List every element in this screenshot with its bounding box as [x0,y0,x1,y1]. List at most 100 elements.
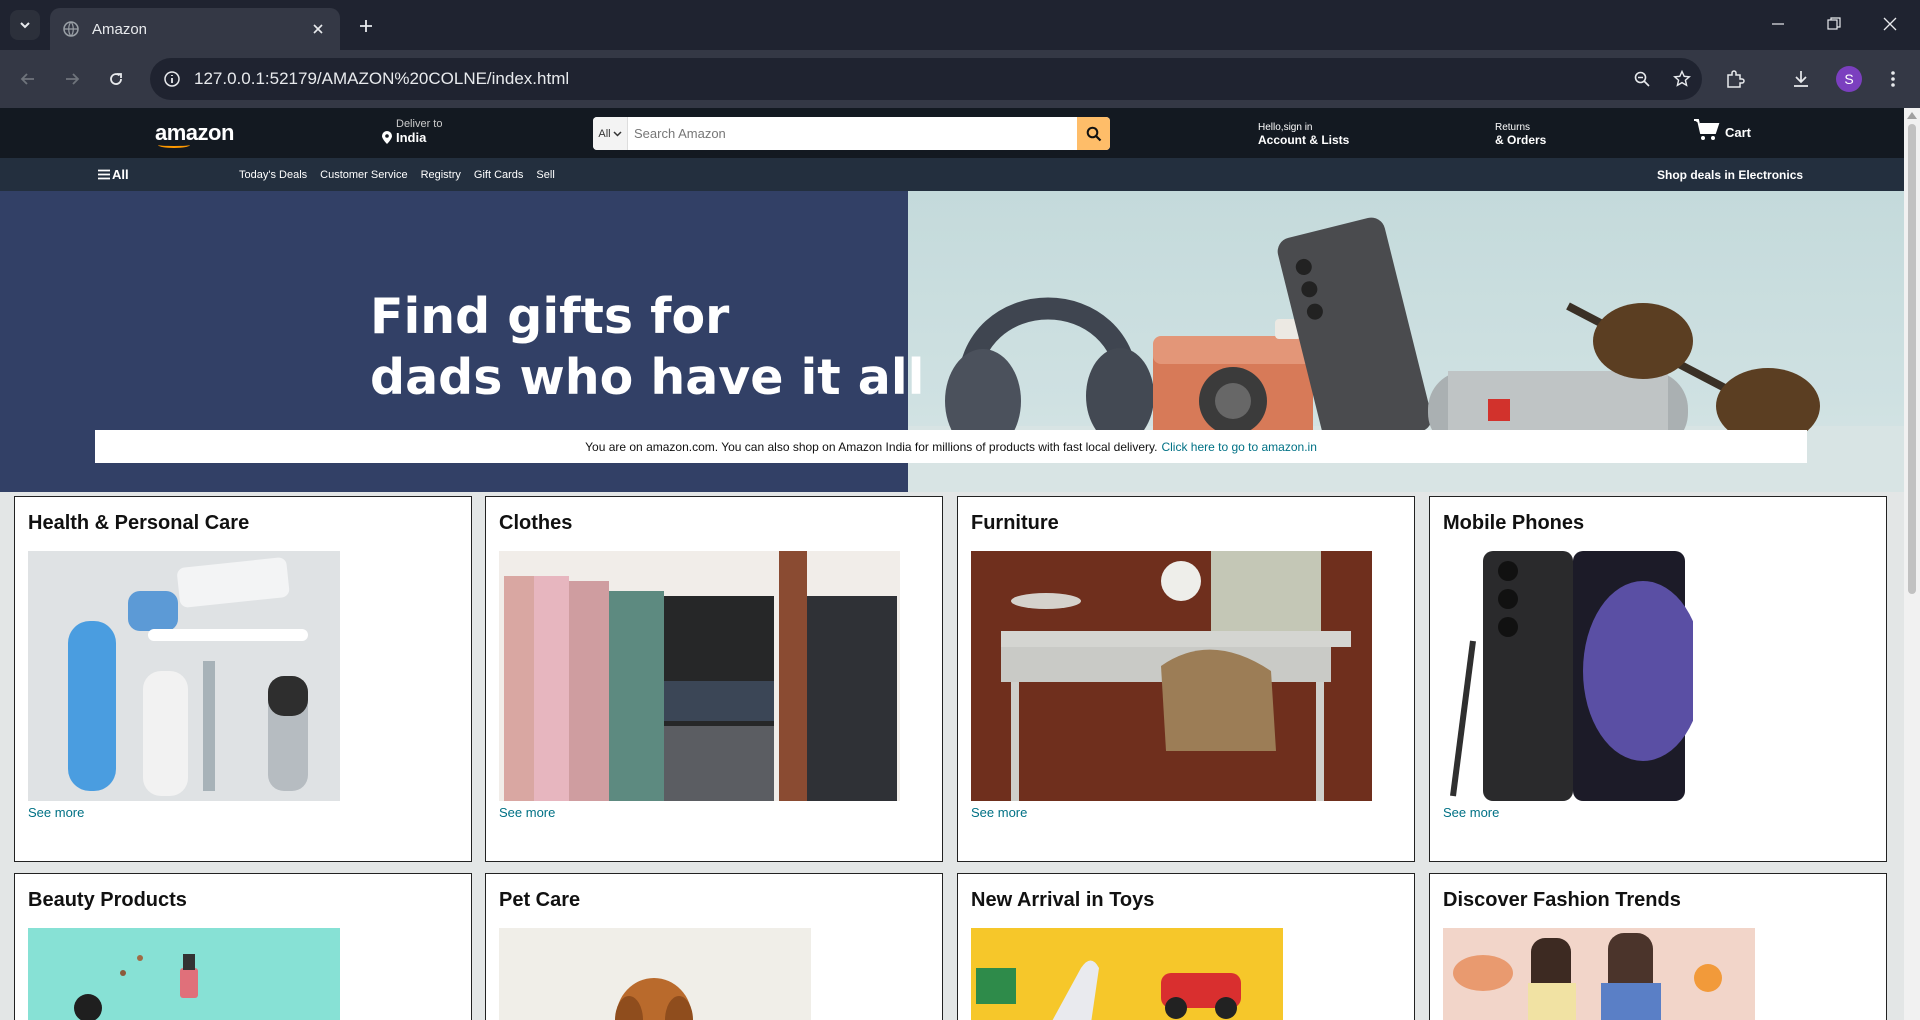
search-category-value: All [598,127,611,140]
subnav-link-todays-deals[interactable]: Today's Deals [239,169,307,181]
minimize-icon [1772,23,1784,25]
subnav-link-gift-cards[interactable]: Gift Cards [474,169,524,181]
browser-toolbar: 127.0.0.1:52179/AMAZON%20COLNE/index.htm… [0,50,1920,108]
card-title: Discover Fashion Trends [1443,889,1681,911]
hero-headline: Find gifts for dads who have it all [370,286,924,408]
locale-notice-text: You are on amazon.com. You can also shop… [585,439,1158,454]
card-title: New Arrival in Toys [971,889,1155,911]
scrollbar-thumb[interactable] [1908,124,1916,594]
fashion-image[interactable] [1443,928,1755,1020]
see-more-link[interactable]: See more [971,805,1027,820]
address-bar[interactable]: 127.0.0.1:52179/AMAZON%20COLNE/index.htm… [150,58,1702,100]
amazon-smile-icon [158,142,190,148]
beauty-products-image[interactable] [28,928,340,1020]
see-more-link[interactable]: See more [1443,805,1499,820]
search-icon [1086,126,1101,141]
clothes-image[interactable] [499,551,900,801]
cart-button[interactable]: Cart [1693,118,1751,142]
reload-icon [110,73,122,85]
site-info-icon[interactable] [150,70,194,88]
tab-search-button[interactable] [10,10,40,40]
card-health-personal-care: Health & Personal Care See more [14,496,472,862]
hero-banner[interactable]: Find gifts for dads who have it all You … [0,191,1904,492]
furniture-image[interactable] [971,551,1372,801]
url-text[interactable]: 127.0.0.1:52179/AMAZON%20COLNE/index.htm… [194,69,1622,89]
cart-icon [1694,119,1720,140]
search-category-select[interactable]: All [593,117,628,150]
forward-button[interactable] [57,64,87,94]
browser-menu-button[interactable] [1878,64,1908,94]
restore-button[interactable] [1806,0,1862,48]
amazon-subnav: All Today's Deals Customer Service Regis… [0,158,1904,191]
electronics-deals-link[interactable]: Shop deals in Electronics [1657,168,1803,182]
hero-line-1: Find gifts for [370,288,730,345]
all-label: All [112,167,129,182]
all-menu-button[interactable]: All [98,167,129,182]
amazon-in-link[interactable]: Click here to go to amazon.in [1161,440,1316,454]
deliver-small-label: Deliver to [396,118,443,130]
search-button[interactable] [1077,117,1110,150]
card-clothes: Clothes See more [485,496,943,862]
health-products-image[interactable] [28,551,340,801]
subnav-link-registry[interactable]: Registry [421,169,461,181]
puzzle-icon [1727,70,1745,88]
download-icon [1794,71,1808,87]
see-more-link[interactable]: See more [28,805,84,820]
account-lists[interactable]: Hello,sign in Account & Lists [1258,122,1349,147]
hamburger-icon [98,169,110,180]
deliver-to[interactable]: Deliver to India [382,118,442,145]
bookmark-star-icon[interactable] [1662,70,1702,88]
scroll-up-arrow-icon[interactable] [1907,112,1917,119]
arrow-right-icon [66,73,80,85]
chevron-down-icon [20,22,30,29]
returns-orders[interactable]: Returns & Orders [1495,122,1546,147]
kebab-menu-icon [1891,71,1895,87]
close-icon [1883,17,1897,31]
account-greeting: Hello,sign in [1258,122,1313,133]
zoom-icon[interactable] [1622,70,1662,88]
back-button[interactable] [13,64,43,94]
card-beauty-products: Beauty Products [14,873,472,1020]
minimize-button[interactable] [1750,0,1806,48]
hero-line-2: dads who have it all [370,349,925,406]
tab-title: Amazon [92,20,148,38]
restore-icon [1827,17,1841,30]
arrow-left-icon [20,73,34,85]
subnav-link-customer-service[interactable]: Customer Service [320,169,407,181]
cart-label: Cart [1725,125,1752,140]
search-input[interactable]: Search Amazon [628,117,1077,150]
chevron-down-icon [613,131,622,137]
deliver-country: India [396,130,427,145]
see-more-link[interactable]: See more [499,805,555,820]
search-bar: All Search Amazon [593,117,1110,150]
card-furniture: Furniture See more [957,496,1415,862]
card-title: Clothes [499,512,573,534]
card-title: Health & Personal Care [28,512,250,534]
returns-label: Returns [1495,122,1531,133]
card-new-arrival-toys: New Arrival in Toys [957,873,1415,1020]
card-mobile-phones: Mobile Phones See more [1429,496,1887,862]
plus-icon [360,20,372,32]
location-pin-icon [382,131,392,144]
subnav-links: Today's Deals Customer Service Registry … [239,169,555,181]
toys-image[interactable] [971,928,1283,1020]
downloads-button[interactable] [1786,64,1816,94]
account-label: Account & Lists [1258,133,1350,147]
tab-close-icon[interactable] [308,19,328,39]
profile-avatar[interactable]: S [1836,66,1862,92]
mobile-phone-image[interactable] [1443,551,1693,801]
card-title: Mobile Phones [1443,512,1585,534]
close-window-button[interactable] [1862,0,1918,48]
reload-button[interactable] [101,64,131,94]
pet-care-image[interactable] [499,928,811,1020]
new-tab-button[interactable] [352,12,380,40]
subnav-link-sell[interactable]: Sell [536,169,554,181]
card-title: Beauty Products [28,889,187,911]
card-title: Furniture [971,512,1059,534]
page-viewport: amazon Deliver to India All Search Amazo… [0,108,1904,1020]
card-title: Pet Care [499,889,581,911]
extensions-button[interactable] [1720,64,1750,94]
page-scrollbar[interactable] [1904,108,1920,1020]
browser-tab-active[interactable]: Amazon [50,8,340,50]
globe-icon [62,20,80,38]
